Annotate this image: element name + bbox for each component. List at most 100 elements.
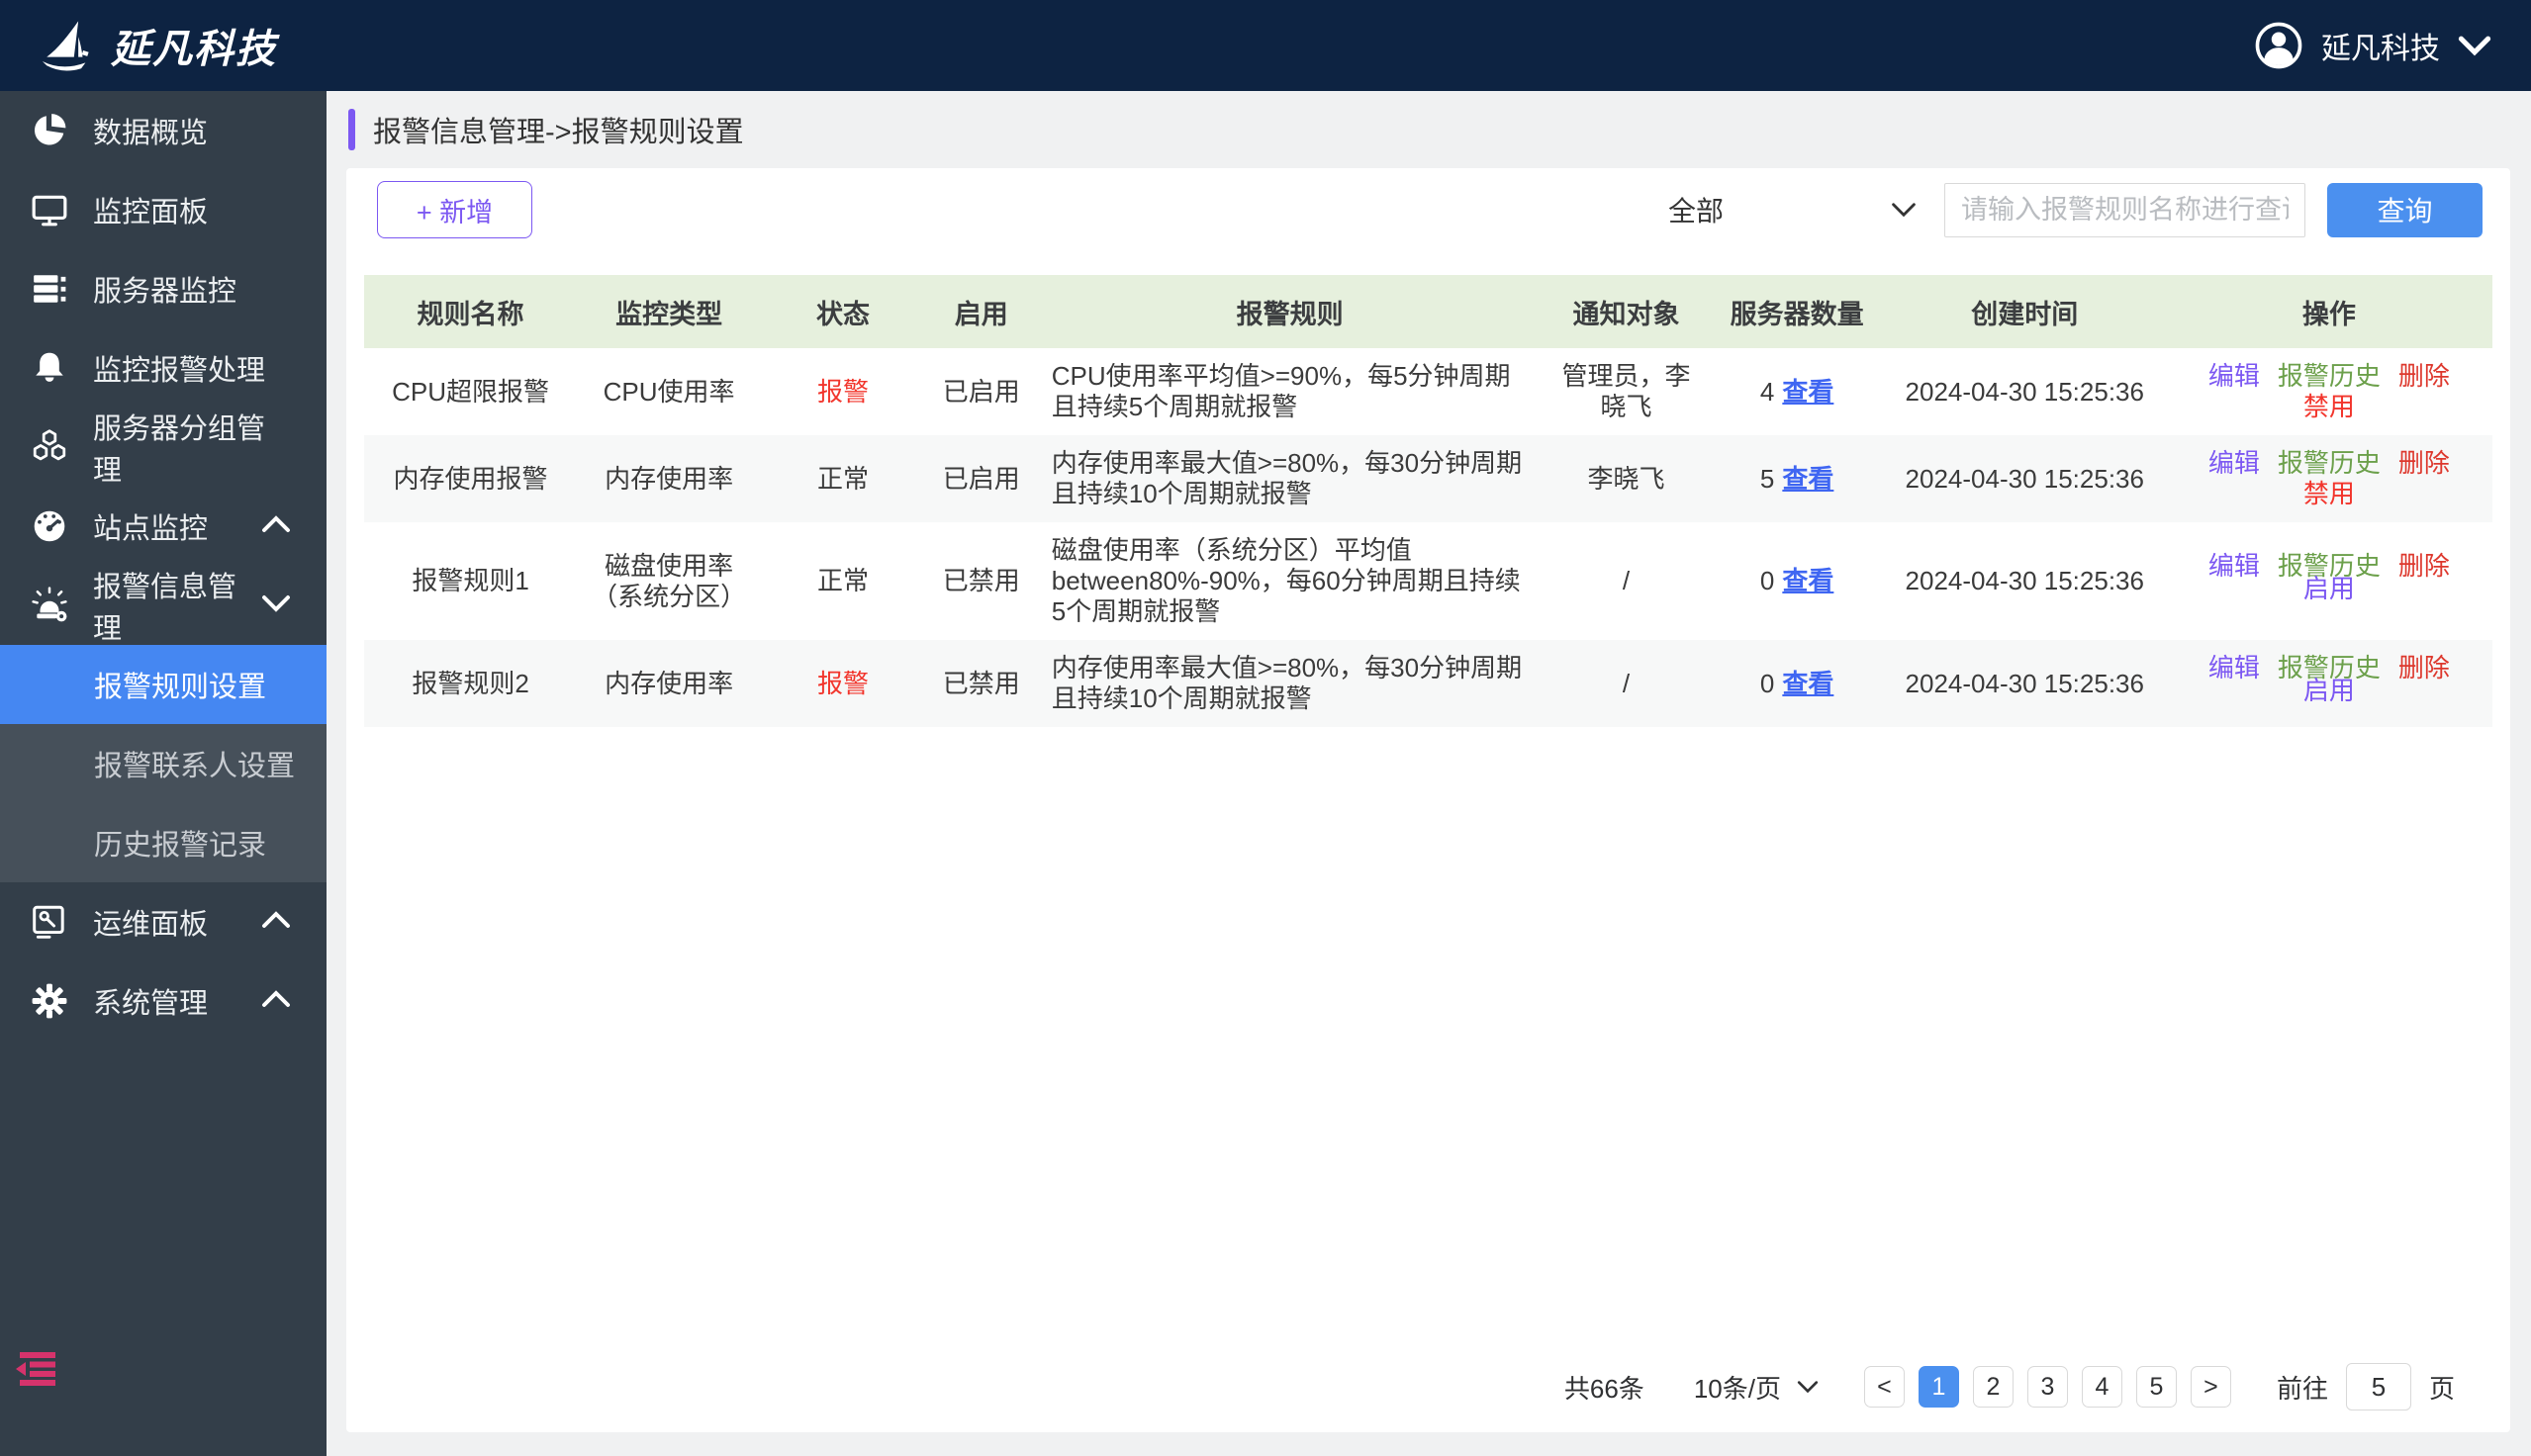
toolbar: + 新增 全部 查询: [377, 181, 2483, 238]
monitor-type-cell: 磁盘使用率（系统分区）: [577, 522, 761, 640]
action-del[interactable]: 删除: [2398, 551, 2450, 581]
action-history[interactable]: 报警历史: [2278, 448, 2381, 478]
notify-target-cell: /: [1543, 522, 1711, 640]
sidebar-item-4[interactable]: 服务器分组管理: [0, 408, 327, 487]
monitor-type-cell: 内存使用率: [577, 435, 761, 522]
sidebar-item-5[interactable]: 站点监控: [0, 487, 327, 566]
server-count: 0: [1760, 669, 1774, 698]
view-servers-link[interactable]: 查看: [1782, 669, 1833, 698]
bell-icon: [30, 349, 69, 387]
next-page-button[interactable]: >: [2191, 1366, 2231, 1408]
breadcrumb-text: 报警信息管理->报警规则设置: [373, 109, 744, 150]
alarm-rule-cell: 内存使用率最大值>=80%，每30分钟周期且持续10个周期就报警: [1038, 640, 1543, 727]
sidebar-item-0[interactable]: 数据概览: [0, 91, 327, 170]
submenu-item-2[interactable]: 历史报警记录: [0, 803, 327, 882]
action-edit[interactable]: 编辑: [2208, 653, 2260, 682]
action-del[interactable]: 删除: [2398, 361, 2450, 391]
rule-name-cell: 报警规则1: [364, 522, 577, 640]
main-content: 报警信息管理->报警规则设置 + 新增 全部 查询 规则名称: [327, 91, 2531, 1456]
column-header: 规则名称: [364, 275, 577, 348]
status-cell: 正常: [761, 435, 925, 522]
sidebar-item-6[interactable]: 报警信息管理: [0, 566, 327, 645]
sidebar-item-2[interactable]: 服务器监控: [0, 249, 327, 328]
sidebar-item-1[interactable]: 监控面板: [0, 170, 327, 249]
table-row: 内存使用报警内存使用率正常已启用内存使用率最大值>=80%，每30分钟周期且持续…: [364, 435, 2492, 522]
rule-name-cell: CPU超限报警: [364, 348, 577, 435]
action-ban[interactable]: 禁用: [2303, 479, 2355, 508]
chevron-down-icon: [261, 594, 291, 617]
server-count-cell: 0 查看: [1710, 522, 1883, 640]
search-input[interactable]: [1944, 183, 2305, 237]
action-enable[interactable]: 启用: [2303, 676, 2355, 705]
action-edit[interactable]: 编辑: [2208, 551, 2260, 581]
column-header: 报警规则: [1038, 275, 1543, 348]
brand[interactable]: 延凡科技: [40, 17, 277, 74]
brand-name: 延凡科技: [111, 17, 277, 74]
submenu: 报警规则设置报警联系人设置历史报警记录: [0, 645, 327, 882]
action-edit[interactable]: 编辑: [2208, 448, 2260, 478]
server-count-cell: 0 查看: [1710, 640, 1883, 727]
server-count-cell: 4 查看: [1710, 348, 1883, 435]
server-count: 0: [1760, 566, 1774, 595]
column-header: 操作: [2166, 275, 2492, 348]
user-menu[interactable]: 延凡科技: [2254, 21, 2491, 70]
page-button-5[interactable]: 5: [2136, 1366, 2177, 1408]
server-count: 4: [1760, 377, 1774, 407]
action-history[interactable]: 报警历史: [2278, 361, 2381, 391]
sidebar-item-label: 监控面板: [93, 189, 291, 230]
actions-cell: 编辑报警历史删除启用: [2166, 640, 2492, 727]
sidebar-item-7[interactable]: 运维面板: [0, 882, 327, 961]
created-time-cell: 2024-04-30 15:25:36: [1884, 640, 2166, 727]
submenu-item-1[interactable]: 报警联系人设置: [0, 724, 327, 803]
sidebar-item-label: 运维面板: [93, 901, 261, 943]
server-count-cell: 5 查看: [1710, 435, 1883, 522]
page-button-4[interactable]: 4: [2082, 1366, 2122, 1408]
collapse-sidebar-button[interactable]: [14, 1352, 59, 1391]
status-cell: 报警: [761, 640, 925, 727]
column-header: 启用: [925, 275, 1038, 348]
created-time-cell: 2024-04-30 15:25:36: [1884, 435, 2166, 522]
pagination: 共66条 10条/页 <12345> 前往 页: [346, 1363, 2510, 1432]
status-cell: 报警: [761, 348, 925, 435]
user-name: 延凡科技: [2321, 24, 2440, 67]
action-edit[interactable]: 编辑: [2208, 361, 2260, 391]
actions-cell: 编辑报警历史删除启用: [2166, 522, 2492, 640]
status-badge: 正常: [817, 464, 869, 494]
monitor-type-cell: CPU使用率: [577, 348, 761, 435]
action-ban[interactable]: 禁用: [2303, 392, 2355, 421]
actions-cell: 编辑报警历史删除禁用: [2166, 435, 2492, 522]
page-button-1[interactable]: 1: [1919, 1366, 1959, 1408]
filter-select[interactable]: 全部: [1668, 190, 1930, 229]
sidebar-item-label: 站点监控: [93, 505, 261, 547]
topbar: 延凡科技 延凡科技: [0, 0, 2531, 91]
column-header: 监控类型: [577, 275, 761, 348]
chevron-down-icon: [1797, 1380, 1819, 1394]
submenu-item-0[interactable]: 报警规则设置: [0, 645, 327, 724]
view-servers-link[interactable]: 查看: [1782, 566, 1833, 595]
add-button[interactable]: + 新增: [377, 181, 532, 238]
action-enable[interactable]: 启用: [2303, 574, 2355, 603]
pie-chart-icon: [30, 112, 69, 149]
status-badge: 正常: [817, 566, 869, 595]
cubes-icon: [30, 428, 69, 466]
view-servers-link[interactable]: 查看: [1782, 377, 1833, 407]
sidebar-item-3[interactable]: 监控报警处理: [0, 328, 327, 408]
view-servers-link[interactable]: 查看: [1782, 464, 1833, 494]
search-button[interactable]: 查询: [2327, 183, 2483, 237]
page-size-select[interactable]: 10条/页: [1694, 1369, 1819, 1406]
action-del[interactable]: 删除: [2398, 653, 2450, 682]
action-del[interactable]: 删除: [2398, 448, 2450, 478]
page-button-2[interactable]: 2: [1973, 1366, 2014, 1408]
page-button-3[interactable]: 3: [2027, 1366, 2068, 1408]
sidebar-item-8[interactable]: 系统管理: [0, 961, 327, 1041]
gauge-icon: [30, 507, 69, 545]
table-row: CPU超限报警CPU使用率报警已启用CPU使用率平均值>=90%，每5分钟周期且…: [364, 348, 2492, 435]
rule-name-cell: 报警规则2: [364, 640, 577, 727]
notify-target-cell: 管理员，李晓飞: [1543, 348, 1711, 435]
prev-page-button[interactable]: <: [1864, 1366, 1905, 1408]
sidebar-item-label: 监控报警处理: [93, 347, 291, 389]
goto-page-input[interactable]: [2346, 1363, 2411, 1410]
sidebar-item-label: 报警信息管理: [93, 564, 261, 647]
server-count: 5: [1760, 464, 1774, 494]
actions-cell: 编辑报警历史删除禁用: [2166, 348, 2492, 435]
